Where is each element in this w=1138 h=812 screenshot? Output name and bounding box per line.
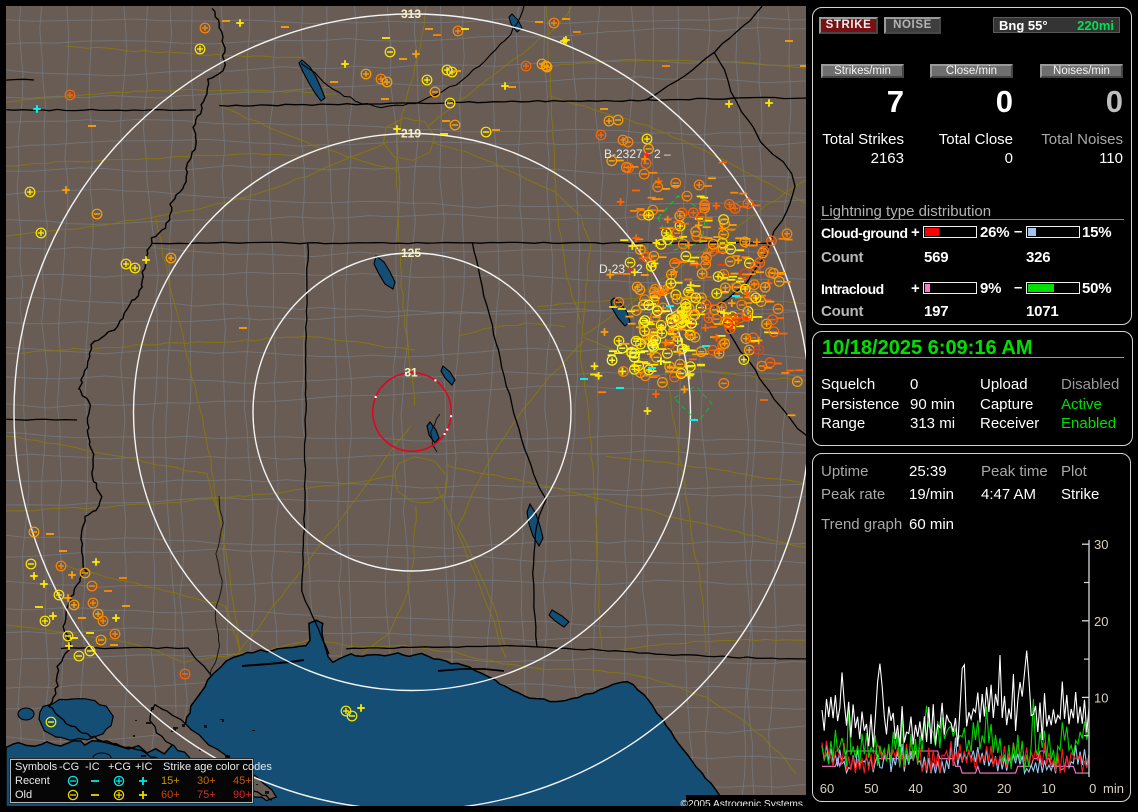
svg-text:125: 125 — [401, 246, 421, 260]
svg-text:D-23: D-23 — [599, 262, 625, 276]
svg-text:+: + — [643, 147, 651, 162]
svg-text:+: + — [626, 262, 634, 277]
svg-text:©2005 Astrogenic Systems: ©2005 Astrogenic Systems — [681, 799, 803, 806]
svg-text:2: 2 — [636, 262, 643, 276]
svg-text:2: 2 — [654, 147, 661, 161]
svg-text:B-2327: B-2327 — [604, 147, 643, 161]
svg-text:–: – — [664, 147, 671, 161]
svg-text:313: 313 — [401, 7, 421, 21]
svg-text:219: 219 — [401, 127, 421, 141]
svg-text:31: 31 — [404, 366, 418, 380]
